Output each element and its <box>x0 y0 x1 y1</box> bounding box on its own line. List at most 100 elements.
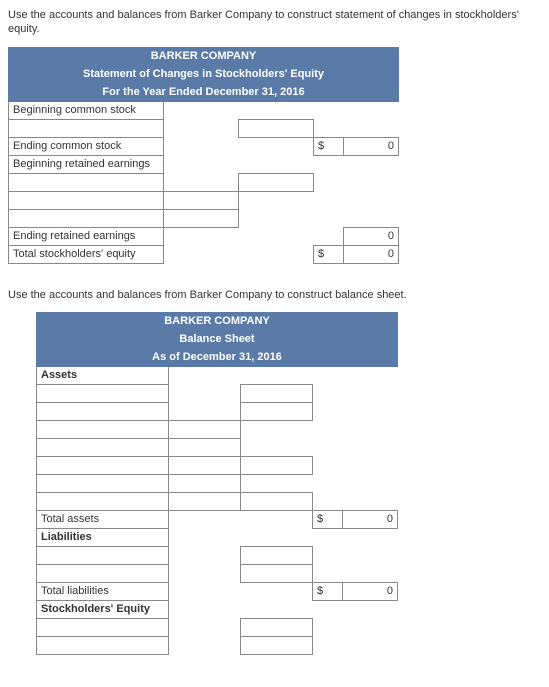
blank <box>344 173 399 191</box>
input-cell[interactable] <box>37 402 169 420</box>
blank <box>314 227 344 245</box>
input-cell[interactable] <box>169 474 241 492</box>
blank <box>343 492 398 510</box>
input-cell[interactable] <box>9 119 164 137</box>
blank <box>344 101 399 119</box>
cell-cur: $ <box>314 245 344 263</box>
blank <box>313 402 343 420</box>
cell-val: 0 <box>344 227 399 245</box>
blank <box>343 402 398 420</box>
blank <box>241 600 313 618</box>
blank <box>164 137 239 155</box>
blank <box>169 600 241 618</box>
blank <box>164 101 239 119</box>
input-cell[interactable] <box>239 173 314 191</box>
blank <box>313 474 343 492</box>
input-cell[interactable] <box>241 456 313 474</box>
input-cell[interactable] <box>37 492 169 510</box>
blank <box>169 582 241 600</box>
blank <box>313 420 343 438</box>
instruction-2: Use the accounts and balances from Barke… <box>8 288 541 302</box>
instruction-1: Use the accounts and balances from Barke… <box>8 8 541 37</box>
blank <box>343 636 398 654</box>
blank <box>169 546 241 564</box>
input-cell[interactable] <box>9 173 164 191</box>
blank <box>241 366 313 384</box>
input-cell[interactable] <box>241 618 313 636</box>
blank <box>239 227 314 245</box>
blank <box>169 618 241 636</box>
input-cell[interactable] <box>239 119 314 137</box>
input-cell[interactable] <box>37 420 169 438</box>
blank <box>241 438 313 456</box>
blank <box>313 456 343 474</box>
blank <box>343 474 398 492</box>
input-cell[interactable] <box>169 492 241 510</box>
input-cell[interactable] <box>164 209 239 227</box>
blank <box>343 528 398 546</box>
t1-title: Statement of Changes in Stockholders' Eq… <box>9 65 399 83</box>
cell-cur: $ <box>313 582 343 600</box>
blank <box>169 384 241 402</box>
blank <box>239 155 314 173</box>
input-cell[interactable] <box>37 636 169 654</box>
blank <box>313 438 343 456</box>
blank <box>169 636 241 654</box>
blank <box>239 137 314 155</box>
t2-company: BARKER COMPANY <box>37 312 398 330</box>
blank <box>344 155 399 173</box>
balance-sheet-table: BARKER COMPANY Balance Sheet As of Decem… <box>36 312 398 655</box>
blank <box>313 546 343 564</box>
blank <box>344 191 399 209</box>
input-cell[interactable] <box>37 474 169 492</box>
input-cell[interactable] <box>241 492 313 510</box>
t1-company: BARKER COMPANY <box>9 47 399 65</box>
t1-period: For the Year Ended December 31, 2016 <box>9 83 399 101</box>
blank <box>343 456 398 474</box>
input-cell[interactable] <box>169 420 241 438</box>
cell-val: 0 <box>344 137 399 155</box>
input-cell[interactable] <box>9 191 164 209</box>
input-cell[interactable] <box>37 456 169 474</box>
blank <box>313 492 343 510</box>
row-end-cs: Ending common stock <box>9 137 164 155</box>
cell-val: 0 <box>344 245 399 263</box>
blank <box>344 119 399 137</box>
blank <box>169 402 241 420</box>
blank <box>313 636 343 654</box>
blank <box>169 528 241 546</box>
cell-val: 0 <box>343 510 398 528</box>
blank <box>169 456 241 474</box>
row-se: Stockholders' Equity <box>37 600 169 618</box>
blank <box>313 618 343 636</box>
input-cell[interactable] <box>241 636 313 654</box>
input-cell[interactable] <box>241 402 313 420</box>
input-cell[interactable] <box>37 438 169 456</box>
blank <box>164 245 239 263</box>
input-cell[interactable] <box>164 191 239 209</box>
cell-val: 0 <box>343 582 398 600</box>
blank <box>344 209 399 227</box>
row-end-re: Ending retained earnings <box>9 227 164 245</box>
cell-cur: $ <box>314 137 344 155</box>
row-tot-se: Total stockholders' equity <box>9 245 164 263</box>
input-cell[interactable] <box>241 384 313 402</box>
t2-period: As of December 31, 2016 <box>37 348 398 366</box>
input-cell[interactable] <box>37 546 169 564</box>
blank <box>239 101 314 119</box>
input-cell[interactable] <box>37 618 169 636</box>
blank <box>313 600 343 618</box>
row-beg-re: Beginning retained earnings <box>9 155 164 173</box>
input-cell[interactable] <box>241 546 313 564</box>
input-cell[interactable] <box>37 564 169 582</box>
input-cell[interactable] <box>241 564 313 582</box>
blank <box>169 510 241 528</box>
input-cell[interactable] <box>9 209 164 227</box>
blank <box>241 474 313 492</box>
input-cell[interactable] <box>169 438 241 456</box>
blank <box>314 155 344 173</box>
row-beg-cs: Beginning common stock <box>9 101 164 119</box>
input-cell[interactable] <box>37 384 169 402</box>
row-tot-assets: Total assets <box>37 510 169 528</box>
blank <box>343 366 398 384</box>
